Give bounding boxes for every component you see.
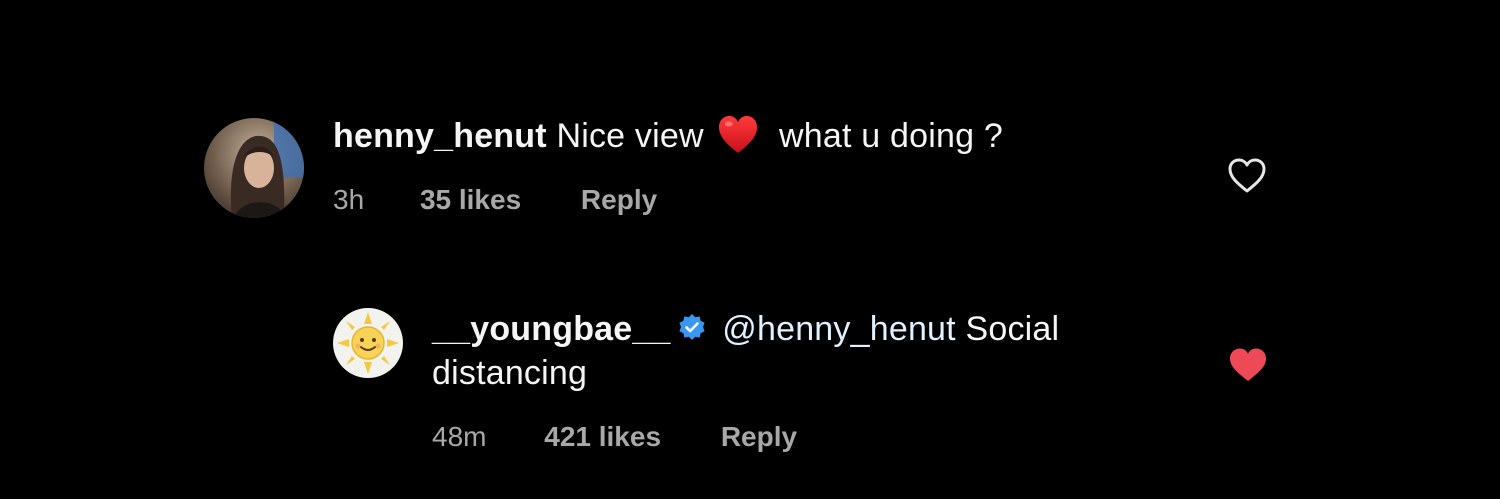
- verified-badge-icon: [677, 310, 707, 340]
- comment-text: henny_henut Nice view what u doing ?: [333, 113, 1003, 159]
- avatar[interactable]: [333, 308, 403, 378]
- comment-meta: 3h 35 likes Reply: [333, 182, 657, 218]
- avatar[interactable]: [204, 118, 304, 218]
- red-heart-emoji-icon: [717, 115, 759, 155]
- comment-meta: 48m 421 likes Reply: [432, 419, 797, 455]
- like-button[interactable]: [1228, 347, 1268, 383]
- comment-likes[interactable]: 35 likes: [420, 182, 521, 218]
- avatar-photo-icon: [204, 118, 304, 218]
- comment-username[interactable]: henny_henut: [333, 117, 547, 155]
- comment-body-end: what u doing ?: [779, 117, 1003, 155]
- mention-link[interactable]: @henny_henut: [722, 310, 956, 348]
- comment-body-start: Nice view: [556, 117, 704, 155]
- heart-outline-icon: [1228, 158, 1266, 193]
- reply-button[interactable]: Reply: [721, 419, 797, 455]
- comment-likes[interactable]: 421 likes: [544, 419, 661, 455]
- like-button[interactable]: [1226, 156, 1268, 196]
- reply-button[interactable]: Reply: [581, 182, 657, 218]
- sun-avatar-icon: [333, 308, 403, 378]
- comment-username[interactable]: __youngbae__: [432, 310, 671, 348]
- heart-filled-icon: [1230, 348, 1266, 381]
- comment-time: 48m: [432, 421, 487, 452]
- comment-text: __youngbae__ @henny_henut Social distanc…: [432, 307, 1152, 395]
- comment-time: 3h: [333, 184, 365, 215]
